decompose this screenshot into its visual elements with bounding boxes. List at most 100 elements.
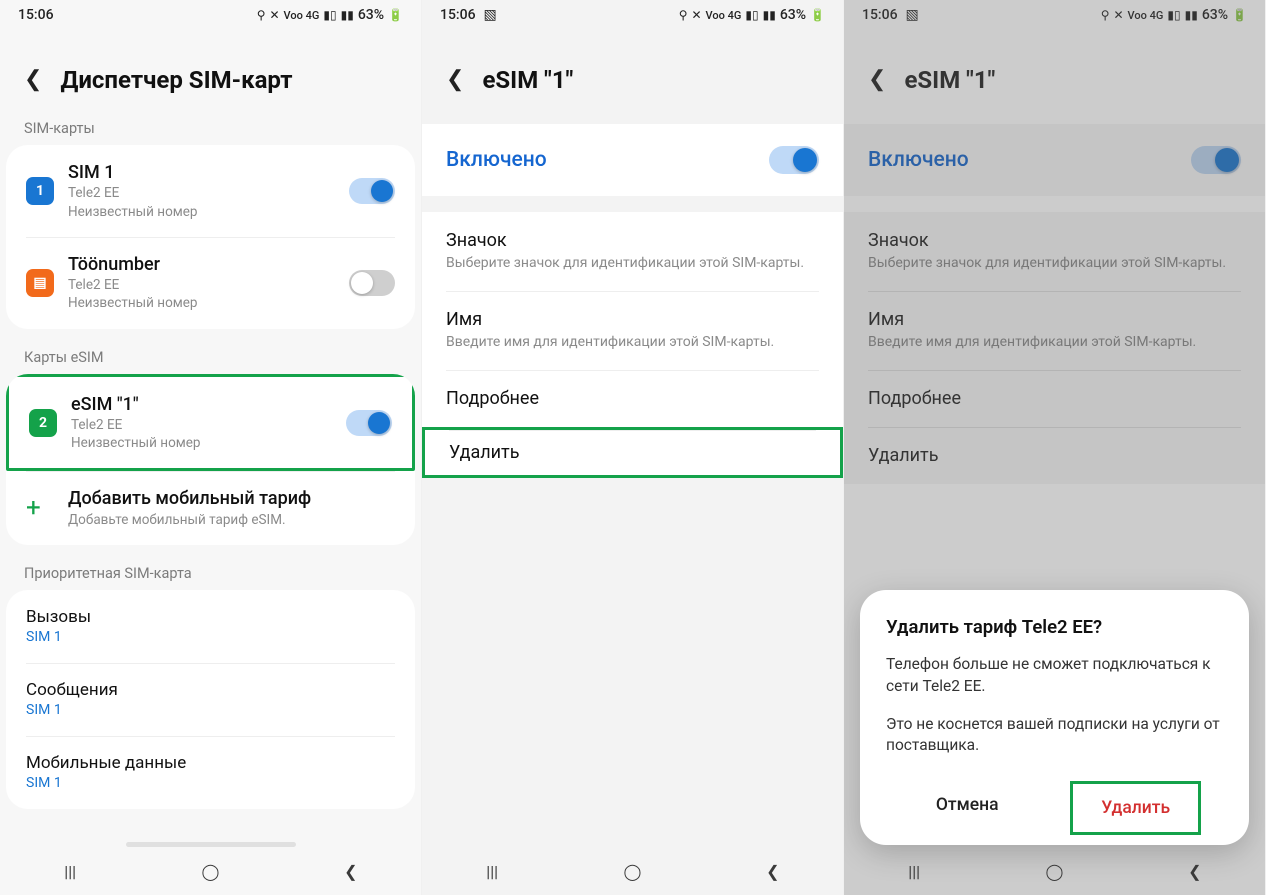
nav-home-icon[interactable]: ◯	[621, 860, 643, 882]
nav-home-icon[interactable]: ◯	[199, 860, 221, 882]
dialog-message-1: Телефон больше не сможет подключаться к …	[886, 654, 1223, 697]
sim2-carrier: Tele2 EE	[68, 276, 339, 294]
section-label-esim: Карты eSIM	[0, 343, 421, 374]
dialog-message-2: Это не коснется вашей подписки на услуги…	[886, 714, 1223, 757]
item-delete-title: Удалить	[449, 442, 816, 463]
sim1-toggle[interactable]	[349, 178, 395, 204]
item-name[interactable]: Имя Введите имя для идентификации этой S…	[422, 291, 843, 370]
cancel-button[interactable]: Отмена	[908, 781, 1027, 835]
dialog-button-row: Отмена Удалить	[886, 773, 1223, 835]
item-icon-desc: Выберите значок для идентификации этой S…	[446, 254, 819, 273]
page-title: eSIM "1"	[482, 66, 573, 94]
enabled-row[interactable]: Включено	[422, 124, 843, 196]
esim-carrier: Tele2 EE	[71, 416, 336, 434]
nav-bar: ||| ◯ ❮	[0, 847, 421, 895]
esim-settings-list: Значок Выберите значок для идентификации…	[422, 212, 843, 478]
item-name-title: Имя	[446, 309, 819, 330]
pref-calls-title: Вызовы	[26, 606, 395, 628]
signal-icon-2: ▮▮	[763, 8, 776, 22]
delete-confirm-dialog: Удалить тариф Tele2 EE? Телефон больше н…	[860, 590, 1249, 845]
enabled-toggle[interactable]	[769, 146, 819, 174]
item-delete[interactable]: Удалить	[422, 427, 843, 478]
nav-home-icon[interactable]: ◯	[1043, 860, 1065, 882]
pref-calls-value: SIM 1	[26, 628, 395, 647]
status-icons: ⚲ ✕ Voo 4G ▮▯ ▮▮ 63% 🔋	[257, 7, 403, 23]
signal-icon: ▮▯	[323, 8, 336, 22]
plus-icon: +	[26, 493, 41, 523]
mute-icon: ✕	[269, 8, 279, 22]
sim1-number: Неизвестный номер	[68, 203, 339, 221]
status-bar: 15:06 ⚲ ✕ Voo 4G ▮▯ ▮▮ 63% 🔋	[0, 0, 421, 30]
status-bar: 15:06 ▧ ⚲ ✕ Voo 4G ▮▯ ▮▮ 63% 🔋	[422, 0, 843, 30]
section-label-sim: SIM-карты	[0, 114, 421, 145]
screenshot-icon: ▧	[484, 7, 497, 23]
item-icon[interactable]: Значок Выберите значок для идентификации…	[422, 212, 843, 291]
battery-label: 63%	[780, 7, 806, 23]
back-icon[interactable]: ❮	[24, 69, 42, 91]
battery-icon: 🔋	[388, 8, 403, 22]
esim-number: Неизвестный номер	[71, 434, 336, 452]
sim2-number: Неизвестный номер	[68, 294, 339, 312]
sim-row-sim2[interactable]: ▤ Töönumber Tele2 EE Неизвестный номер	[6, 237, 415, 329]
mute-icon: ✕	[691, 8, 701, 22]
nav-bar: ||| ◯ ❮	[422, 847, 843, 895]
nav-bar: ||| ◯ ❮	[844, 847, 1265, 895]
signal-icon: ▮▯	[745, 8, 758, 22]
pref-data-value: SIM 1	[26, 774, 395, 793]
sim2-name: Töönumber	[68, 253, 339, 276]
nav-back-icon[interactable]: ❮	[340, 860, 362, 882]
pref-row-data[interactable]: Мобильные данные SIM 1	[6, 736, 415, 809]
pref-msg-value: SIM 1	[26, 701, 395, 720]
signal-icon-2: ▮▮	[341, 8, 354, 22]
page-title: Диспетчер SIM-карт	[60, 66, 292, 94]
sim-row-sim1[interactable]: 1 SIM 1 Tele2 EE Неизвестный номер	[6, 145, 415, 237]
nav-back-icon[interactable]: ❮	[762, 860, 784, 882]
sim-card-group: 1 SIM 1 Tele2 EE Неизвестный номер ▤ Töö…	[6, 145, 415, 329]
pref-data-title: Мобильные данные	[26, 752, 395, 774]
status-icons: ⚲ ✕ Voo 4G ▮▯ ▮▮ 63% 🔋	[679, 7, 825, 23]
status-time: 15:06	[440, 7, 476, 23]
esim-row-esim1[interactable]: 2 eSIM "1" Tele2 EE Неизвестный номер	[6, 374, 415, 472]
pref-card-group: Вызовы SIM 1 Сообщения SIM 1 Мобильные д…	[6, 590, 415, 809]
add-plan-row[interactable]: + Добавить мобильный тариф Добавьте моби…	[6, 471, 415, 545]
battery-label: 63%	[358, 7, 384, 23]
sim1-badge-icon: 1	[26, 177, 54, 205]
sim1-carrier: Tele2 EE	[68, 184, 339, 202]
esim-toggle[interactable]	[346, 410, 392, 436]
nav-recents-icon[interactable]: |||	[903, 860, 925, 882]
volte-icon: Voo 4G	[284, 9, 320, 22]
back-icon[interactable]: ❮	[446, 69, 464, 91]
nav-back-icon[interactable]: ❮	[1184, 860, 1206, 882]
esim-name: eSIM "1"	[71, 393, 336, 416]
pref-row-calls[interactable]: Вызовы SIM 1	[6, 590, 415, 663]
dialog-title: Удалить тариф Tele2 EE?	[886, 616, 1223, 638]
nav-recents-icon[interactable]: |||	[59, 860, 81, 882]
section-label-pref: Приоритетная SIM-карта	[0, 559, 421, 590]
status-time: 15:06	[18, 7, 54, 23]
nav-recents-icon[interactable]: |||	[481, 860, 503, 882]
sim1-name: SIM 1	[68, 161, 339, 184]
esim-card-group: 2 eSIM "1" Tele2 EE Неизвестный номер + …	[6, 374, 415, 545]
volte-icon: Voo 4G	[706, 9, 742, 22]
item-name-desc: Введите имя для идентификации этой SIM-к…	[446, 333, 819, 352]
add-plan-sub: Добавьте мобильный тариф eSIM.	[68, 511, 395, 529]
page-header: ❮ eSIM "1"	[422, 30, 843, 114]
pref-msg-title: Сообщения	[26, 679, 395, 701]
item-more-title: Подробнее	[446, 388, 819, 409]
confirm-delete-button[interactable]: Удалить	[1070, 781, 1201, 835]
enabled-label: Включено	[446, 148, 547, 172]
page-header: ❮ Диспетчер SIM-карт	[0, 30, 421, 114]
sim2-toggle[interactable]	[349, 270, 395, 296]
item-icon-title: Значок	[446, 230, 819, 251]
sim2-badge-icon: ▤	[26, 269, 54, 297]
pref-row-messages[interactable]: Сообщения SIM 1	[6, 663, 415, 736]
esim-badge-icon: 2	[29, 409, 57, 437]
screen-esim-detail: 15:06 ▧ ⚲ ✕ Voo 4G ▮▯ ▮▮ 63% 🔋 ❮ eSIM "1…	[422, 0, 844, 895]
screen-sim-manager: 15:06 ⚲ ✕ Voo 4G ▮▯ ▮▮ 63% 🔋 ❮ Диспетчер…	[0, 0, 422, 895]
battery-icon: 🔋	[810, 8, 825, 22]
screen-esim-delete-dialog: 15:06 ▧ ⚲ ✕ Voo 4G ▮▯ ▮▮ 63% 🔋 ❮ eSIM "1…	[844, 0, 1266, 895]
bluetooth-icon: ⚲	[257, 8, 266, 22]
item-more[interactable]: Подробнее	[422, 370, 843, 427]
bluetooth-icon: ⚲	[679, 8, 688, 22]
add-plan-title: Добавить мобильный тариф	[68, 487, 395, 510]
